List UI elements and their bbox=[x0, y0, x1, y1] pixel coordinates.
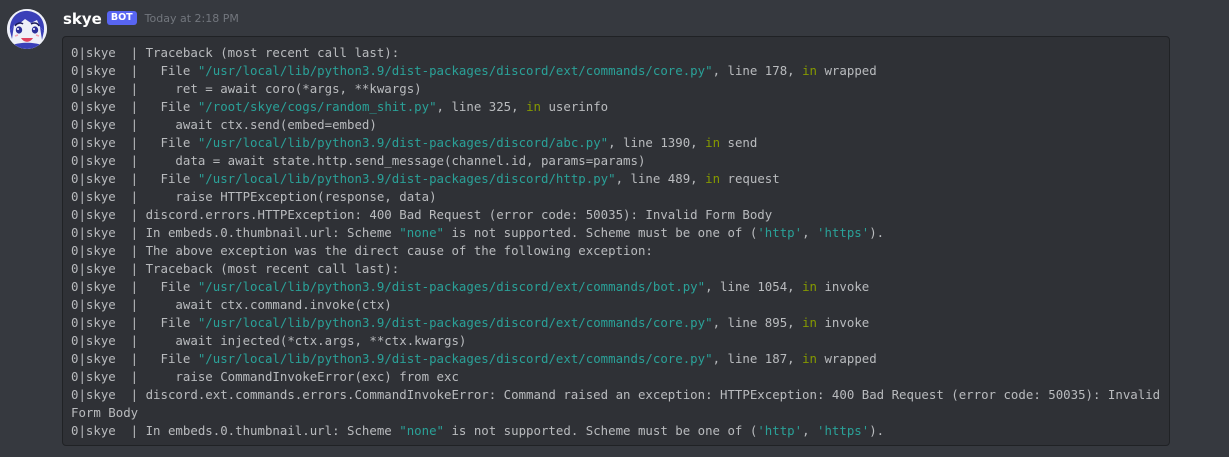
code-keyword: in bbox=[705, 135, 721, 150]
code-text: , line 178, bbox=[712, 63, 803, 78]
code-text: 0|skye | data = await state.http.send_me… bbox=[71, 153, 646, 168]
code-text: 0|skye | File bbox=[71, 99, 198, 114]
code-text: 0|skye | File bbox=[71, 315, 198, 330]
code-text: 0|skye | discord.errors.HTTPException: 4… bbox=[71, 207, 773, 222]
code-text: , line 325, bbox=[436, 99, 527, 114]
code-string: 'http' bbox=[757, 225, 803, 240]
code-text: , bbox=[802, 225, 817, 240]
code-text: 0|skye | In embeds.0.thumbnail.url: Sche… bbox=[71, 423, 400, 438]
code-text: , bbox=[802, 423, 817, 438]
code-text: ). bbox=[869, 423, 885, 438]
code-line: 0|skye | The above exception was the dir… bbox=[71, 242, 1161, 260]
code-text: invoke bbox=[817, 315, 870, 330]
code-text: ). bbox=[869, 225, 885, 240]
code-content: 0|skye | Traceback (most recent call las… bbox=[71, 44, 1161, 440]
code-text: , line 489, bbox=[615, 171, 706, 186]
code-text: 0|skye | The above exception was the dir… bbox=[71, 243, 653, 258]
code-line: 0|skye | File "/usr/local/lib/python3.9/… bbox=[71, 134, 1161, 152]
code-text: 0|skye | File bbox=[71, 171, 198, 186]
code-text: 0|skye | File bbox=[71, 279, 198, 294]
timestamp: Today at 2:18 PM bbox=[144, 12, 239, 25]
code-line: 0|skye | File "/usr/local/lib/python3.9/… bbox=[71, 314, 1161, 332]
code-string: 'https' bbox=[817, 423, 870, 438]
chat-message: skye BOT Today at 2:18 PM 0|skye | Trace… bbox=[0, 0, 1229, 457]
code-text: , line 187, bbox=[712, 351, 803, 366]
code-line: 0|skye | discord.ext.commands.errors.Com… bbox=[71, 386, 1161, 422]
message-header: skye BOT Today at 2:18 PM bbox=[63, 9, 239, 29]
code-line: 0|skye | Traceback (most recent call las… bbox=[71, 44, 1161, 62]
code-text: 0|skye | await injected(*ctx.args, **ctx… bbox=[71, 333, 467, 348]
code-text: 0|skye | raise HTTPException(response, d… bbox=[71, 189, 437, 204]
code-text: 0|skye | Traceback (most recent call las… bbox=[71, 45, 400, 60]
code-line: 0|skye | Traceback (most recent call las… bbox=[71, 260, 1161, 278]
code-text: 0|skye | File bbox=[71, 135, 198, 150]
code-line: 0|skye | raise HTTPException(response, d… bbox=[71, 188, 1161, 206]
code-text: invoke bbox=[817, 279, 870, 294]
code-text: wrapped bbox=[817, 351, 877, 366]
code-line: 0|skye | File "/usr/local/lib/python3.9/… bbox=[71, 350, 1161, 368]
code-keyword: in bbox=[802, 351, 818, 366]
code-string: "/root/skye/cogs/random_shit.py" bbox=[197, 99, 437, 114]
code-text: 0|skye | await ctx.command.invoke(ctx) bbox=[71, 297, 392, 312]
code-text: 0|skye | File bbox=[71, 351, 198, 366]
code-string: "/usr/local/lib/python3.9/dist-packages/… bbox=[197, 171, 616, 186]
code-text: , line 1390, bbox=[608, 135, 706, 150]
code-line: 0|skye | await injected(*ctx.args, **ctx… bbox=[71, 332, 1161, 350]
code-string: "none" bbox=[399, 423, 444, 438]
code-string: "/usr/local/lib/python3.9/dist-packages/… bbox=[197, 279, 706, 294]
code-block: 0|skye | Traceback (most recent call las… bbox=[62, 36, 1170, 446]
code-line: 0|skye | raise CommandInvokeError(exc) f… bbox=[71, 368, 1161, 386]
username[interactable]: skye bbox=[63, 9, 102, 29]
code-text: send bbox=[720, 135, 758, 150]
code-text: 0|skye | raise CommandInvokeError(exc) f… bbox=[71, 369, 459, 384]
code-string: "/usr/local/lib/python3.9/dist-packages/… bbox=[197, 63, 713, 78]
code-line: 0|skye | File "/usr/local/lib/python3.9/… bbox=[71, 62, 1161, 80]
code-keyword: in bbox=[802, 63, 818, 78]
code-string: 'http' bbox=[757, 423, 803, 438]
code-text: userinfo bbox=[541, 99, 609, 114]
code-text: request bbox=[720, 171, 780, 186]
code-line: 0|skye | In embeds.0.thumbnail.url: Sche… bbox=[71, 224, 1161, 242]
code-text: 0|skye | await ctx.send(embed=embed) bbox=[71, 117, 377, 132]
code-text: 0|skye | File bbox=[71, 63, 198, 78]
code-text: , line 1054, bbox=[705, 279, 803, 294]
code-line: 0|skye | ret = await coro(*args, **kwarg… bbox=[71, 80, 1161, 98]
code-text: , line 895, bbox=[712, 315, 803, 330]
code-text: 0|skye | In embeds.0.thumbnail.url: Sche… bbox=[71, 225, 400, 240]
code-text: 0|skye | ret = await coro(*args, **kwarg… bbox=[71, 81, 422, 96]
code-string: 'https' bbox=[817, 225, 870, 240]
code-text: is not supported. Scheme must be one of … bbox=[444, 423, 758, 438]
code-keyword: in bbox=[802, 279, 818, 294]
code-line: 0|skye | File "/usr/local/lib/python3.9/… bbox=[71, 170, 1161, 188]
code-line: 0|skye | discord.errors.HTTPException: 4… bbox=[71, 206, 1161, 224]
code-string: "/usr/local/lib/python3.9/dist-packages/… bbox=[197, 315, 713, 330]
anime-girl-avatar-icon bbox=[7, 9, 47, 49]
code-line: 0|skye | await ctx.command.invoke(ctx) bbox=[71, 296, 1161, 314]
code-keyword: in bbox=[526, 99, 541, 114]
code-text: is not supported. Scheme must be one of … bbox=[444, 225, 758, 240]
code-text: wrapped bbox=[817, 63, 877, 78]
code-line: 0|skye | File "/root/skye/cogs/random_sh… bbox=[71, 98, 1161, 116]
code-string: "/usr/local/lib/python3.9/dist-packages/… bbox=[197, 135, 609, 150]
code-line: 0|skye | File "/usr/local/lib/python3.9/… bbox=[71, 278, 1161, 296]
code-text: 0|skye | Traceback (most recent call las… bbox=[71, 261, 400, 276]
avatar[interactable] bbox=[7, 9, 47, 49]
code-string: "none" bbox=[399, 225, 444, 240]
code-string: "/usr/local/lib/python3.9/dist-packages/… bbox=[197, 351, 713, 366]
code-line: 0|skye | In embeds.0.thumbnail.url: Sche… bbox=[71, 422, 1161, 440]
code-keyword: in bbox=[705, 171, 721, 186]
code-line: 0|skye | data = await state.http.send_me… bbox=[71, 152, 1161, 170]
code-keyword: in bbox=[802, 315, 818, 330]
bot-badge: BOT bbox=[106, 11, 137, 25]
code-line: 0|skye | await ctx.send(embed=embed) bbox=[71, 116, 1161, 134]
code-text: 0|skye | discord.ext.commands.errors.Com… bbox=[71, 387, 1168, 420]
